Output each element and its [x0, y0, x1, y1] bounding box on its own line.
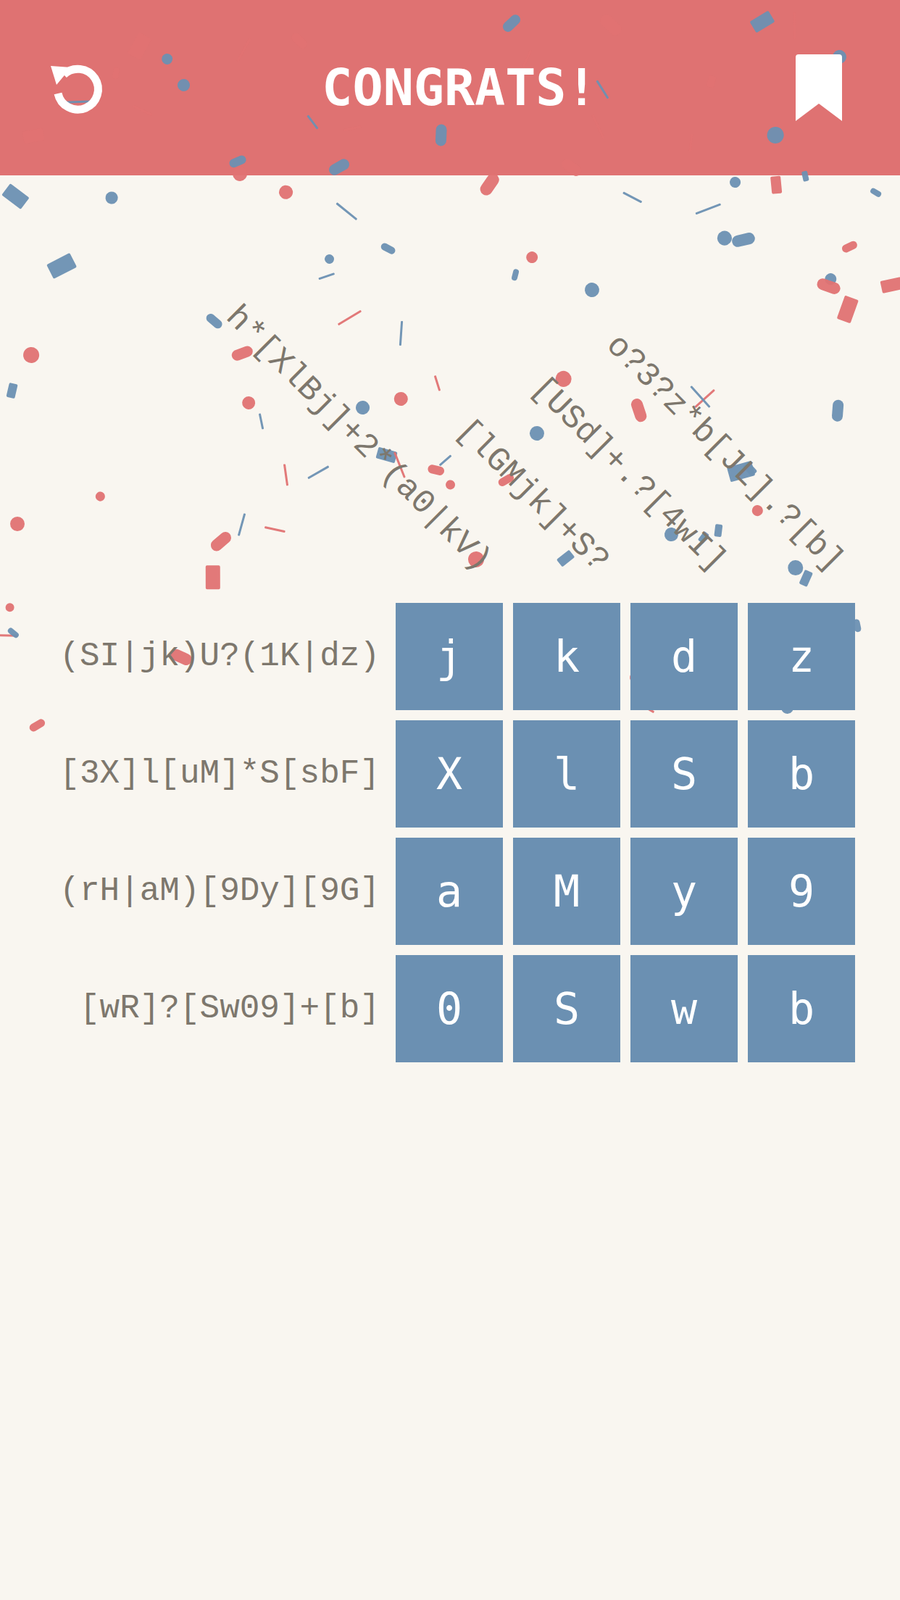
confetti-piece [880, 276, 900, 294]
header-title: CONGRATS! [307, 57, 597, 119]
grid-cell[interactable]: a [395, 837, 503, 945]
confetti-piece [46, 252, 77, 279]
grid-cell[interactable]: z [747, 602, 856, 711]
confetti-piece [511, 268, 521, 282]
confetti-piece [439, 454, 453, 466]
confetti-piece [336, 202, 358, 222]
confetti-piece [3, 600, 17, 614]
confetti-piece [629, 397, 649, 424]
confetti-piece [869, 186, 882, 198]
grid-cell[interactable]: S [630, 720, 738, 828]
confetti-piece [784, 557, 807, 579]
grid-cell[interactable]: M [513, 837, 621, 945]
confetti-piece [237, 513, 246, 537]
confetti-piece [426, 463, 445, 477]
undo-button[interactable] [42, 52, 112, 123]
puzzle-board: h*[XlBj]+2*(a0|kV)[lGMjk]+S?[USd]+.?[4wI… [0, 175, 900, 1063]
column-clue-slot: h*[XlBj]+2*(a0|kV) [395, 185, 503, 593]
grid-cell[interactable]: X [395, 720, 503, 828]
row-clue: [wR]?[Sw09]+[b] [0, 955, 386, 1063]
undo-icon [42, 52, 112, 123]
confetti-piece [276, 182, 295, 202]
grid-cell[interactable]: y [630, 837, 738, 945]
confetti-piece [770, 175, 783, 194]
confetti-piece [337, 310, 362, 327]
confetti-piece [379, 242, 397, 256]
game-screen: CONGRATS! h*[XlBj]+2*(a0|kV)[lGMjk]+S?[US… [0, 0, 900, 1600]
confetti-piece [318, 273, 335, 281]
grid-cell[interactable]: j [395, 602, 503, 711]
confetti-piece [258, 413, 264, 430]
bookmark-button[interactable] [792, 52, 845, 123]
confetti-piece [264, 526, 286, 533]
confetti-piece [10, 516, 25, 532]
confetti-piece [731, 231, 757, 248]
confetti-piece [323, 252, 336, 265]
confetti-piece [27, 717, 46, 733]
confetti-piece [208, 528, 235, 553]
confetti-piece [307, 465, 329, 479]
confetti-piece [93, 489, 107, 503]
confetti-piece [815, 276, 842, 296]
grid-cell[interactable]: l [513, 720, 621, 828]
confetti-piece [822, 271, 838, 287]
confetti-piece [715, 228, 735, 248]
grid-cell[interactable]: w [630, 955, 738, 1063]
header-bar: CONGRATS! [0, 0, 900, 176]
confetti-piece [434, 376, 441, 393]
confetti-piece [399, 321, 403, 346]
confetti-piece [6, 626, 21, 640]
confetti-piece [622, 191, 643, 203]
grid-cell[interactable]: 9 [747, 837, 856, 945]
grid-cell[interactable]: S [513, 955, 621, 1063]
confetti-piece [695, 203, 722, 216]
confetti-piece [728, 175, 743, 189]
confetti-piece [205, 565, 220, 590]
confetti-piece [836, 295, 858, 324]
confetti-piece [6, 383, 19, 400]
confetti-piece [527, 424, 547, 444]
row-clue: [3X]l[uM]*S[sbF] [0, 720, 386, 828]
column-clue: [USd]+.?[4wI] [524, 371, 732, 579]
confetti-piece [581, 280, 603, 301]
confetti-piece [19, 343, 43, 366]
confetti-piece [104, 190, 119, 206]
column-clue-slot: o?3?z*b[JL].?[b] [747, 185, 856, 593]
confetti-piece [798, 569, 814, 587]
confetti-piece [713, 523, 723, 537]
row-clue: (rH|aM)[9Dy][9G] [0, 837, 386, 945]
grid-cell[interactable]: b [747, 955, 856, 1063]
confetti-piece [283, 463, 289, 486]
confetti-piece [524, 249, 540, 265]
confetti-piece [239, 393, 258, 413]
confetti-piece [0, 634, 18, 637]
grid-cell[interactable]: 0 [395, 955, 503, 1063]
grid-cell[interactable]: k [513, 602, 621, 711]
confetti-piece [831, 399, 844, 422]
confetti-piece [840, 239, 859, 254]
grid-cell[interactable]: d [630, 602, 738, 711]
grid-cell[interactable]: b [747, 720, 856, 828]
confetti-piece [2, 183, 30, 209]
row-clue: (SI|jk)U?(1K|dz) [0, 602, 386, 711]
confetti-piece [444, 478, 456, 491]
column-clue: o?3?z*b[JL].?[b] [600, 328, 850, 579]
confetti-piece [392, 389, 411, 408]
bookmark-icon [792, 52, 845, 123]
